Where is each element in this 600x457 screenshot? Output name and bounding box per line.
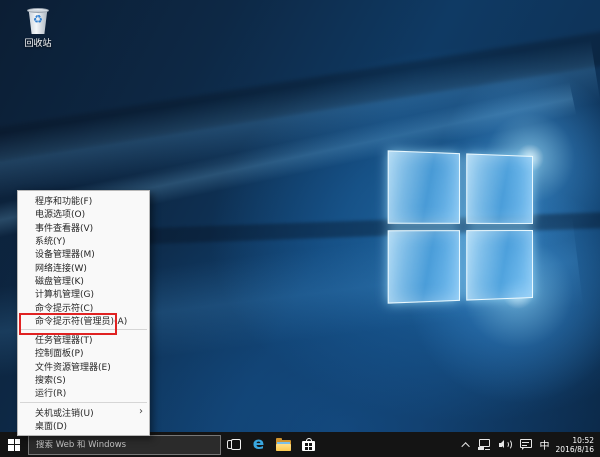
menu-item-power-options[interactable]: 电源选项(O) — [18, 207, 149, 220]
menu-item-event-viewer[interactable]: 事件查看器(V) — [18, 221, 149, 234]
menu-item-run[interactable]: 运行(R) — [18, 386, 149, 399]
menu-item-disk-management[interactable]: 磁盘管理(K) — [18, 274, 149, 287]
network-icon — [477, 439, 491, 450]
system-tray: 中 10:52 2016/8/16 — [460, 432, 600, 457]
action-center-button[interactable] — [516, 432, 536, 457]
menu-item-shutdown-signout[interactable]: 关机或注销(U) › — [18, 405, 149, 419]
windows-logo-pane — [466, 230, 533, 301]
menu-item-network-connections[interactable]: 网络连接(W) — [18, 260, 149, 274]
windows-hero-logo — [387, 150, 533, 304]
submenu-chevron-icon: › — [139, 406, 143, 418]
menu-item-task-manager[interactable]: 任务管理器(T) — [18, 333, 149, 346]
tray-overflow-button[interactable] — [460, 432, 474, 457]
recycle-symbol-icon: ♻ — [33, 13, 43, 26]
task-view-button[interactable] — [221, 432, 246, 457]
taskbar-search-box[interactable] — [28, 434, 221, 455]
windows-start-icon — [8, 438, 20, 451]
menu-item-search[interactable]: 搜索(S) — [18, 373, 149, 386]
action-center-icon — [519, 439, 532, 450]
task-view-icon — [226, 439, 241, 450]
network-status-button[interactable] — [474, 432, 495, 457]
wallpaper-dark-band — [0, 26, 600, 164]
edge-icon: e — [252, 434, 265, 454]
menu-item-computer-management[interactable]: 计算机管理(G) — [18, 287, 149, 300]
menu-item-file-explorer[interactable]: 文件资源管理器(E) — [18, 360, 149, 373]
chevron-up-icon — [460, 441, 470, 451]
menu-separator — [18, 399, 149, 405]
clock-button[interactable]: 10:52 2016/8/16 — [554, 432, 600, 457]
windows-logo-pane — [387, 230, 461, 304]
winx-context-menu: 程序和功能(F) 电源选项(O) 事件查看器(V) 系统(Y) 设备管理器(M)… — [17, 190, 150, 437]
folder-icon — [276, 437, 291, 451]
recycle-bin-icon: ♻ — [27, 8, 49, 34]
store-bag-icon — [302, 438, 315, 451]
menu-item-desktop[interactable]: 桌面(D) — [18, 419, 149, 432]
menu-item-device-manager[interactable]: 设备管理器(M) — [18, 247, 149, 260]
menu-separator — [18, 327, 149, 333]
menu-item-command-prompt-admin[interactable]: 命令提示符(管理员)(A) — [18, 314, 149, 327]
recycle-bin-label: 回收站 — [24, 39, 52, 49]
menu-item-programs-features[interactable]: 程序和功能(F) — [18, 194, 149, 207]
windows-logo-pane — [466, 153, 533, 224]
windows-logo-pane — [387, 150, 461, 224]
search-input[interactable] — [29, 439, 220, 450]
windows-store-button[interactable] — [296, 432, 321, 457]
speaker-icon — [498, 439, 513, 450]
clock-date: 2016/8/16 — [555, 444, 594, 454]
file-explorer-button[interactable] — [271, 432, 296, 457]
clock-time: 10:52 — [572, 435, 594, 445]
recycle-bin-desktop-icon[interactable]: ♻ 回收站 — [14, 8, 62, 49]
menu-item-system[interactable]: 系统(Y) — [18, 234, 149, 247]
menu-item-command-prompt[interactable]: 命令提示符(C) — [18, 300, 149, 314]
ime-language-button[interactable]: 中 — [536, 432, 554, 457]
edge-browser-button[interactable]: e — [246, 432, 271, 457]
ime-indicator: 中 — [539, 441, 550, 452]
volume-button[interactable] — [495, 432, 516, 457]
menu-item-control-panel[interactable]: 控制面板(P) — [18, 346, 149, 359]
